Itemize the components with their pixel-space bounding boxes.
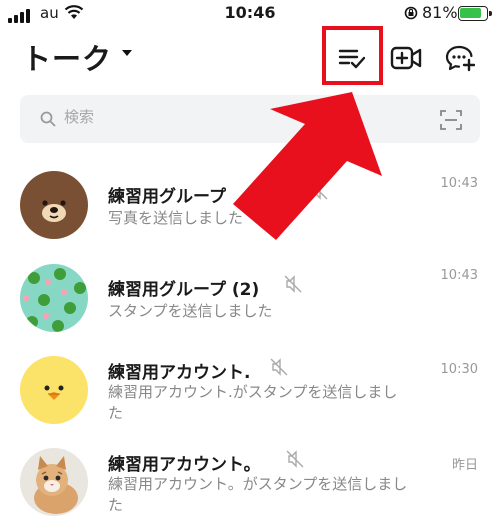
video-call-icon — [390, 46, 422, 70]
video-call-button[interactable] — [386, 38, 426, 78]
yellow-chick-avatar — [20, 356, 88, 424]
chat-time: 昨日 — [451, 458, 478, 473]
qr-scan-icon[interactable] — [440, 109, 462, 131]
search-bar[interactable] — [20, 95, 480, 143]
chat-last-message: 写真を送信しました — [108, 209, 244, 227]
chat-last-message: 練習用アカウント.がスタンプを送信しました — [108, 383, 398, 422]
chat-row[interactable]: 練習用アカウント. 練習用アカウント.がスタンプを送信しました 10:30 — [0, 344, 500, 436]
mute-icon — [286, 450, 304, 468]
rotation-lock-icon — [404, 6, 418, 20]
chat-name: 練習用グループ — [108, 187, 226, 207]
chat-row[interactable]: 練習用グループ 写真を送信しました 10:43 — [0, 160, 500, 252]
brown-bear-avatar — [20, 171, 88, 239]
chevron-down-icon[interactable] — [122, 50, 132, 56]
chat-last-message: 練習用アカウント。がスタンプを送信しました — [108, 475, 408, 514]
mute-icon — [284, 275, 302, 293]
chat-row[interactable]: 練習用グループ (2) スタンプを送信しました 10:43 — [0, 252, 500, 344]
new-chat-icon — [445, 45, 475, 72]
page-title[interactable]: トーク — [22, 36, 112, 78]
chat-time: 10:30 — [440, 362, 478, 377]
chat-name: 練習用グループ (2) — [108, 280, 260, 300]
status-bar: au 10:46 81% — [0, 0, 500, 30]
frog-pattern-avatar — [20, 264, 88, 332]
chat-time: 10:43 — [440, 268, 478, 283]
mute-icon — [270, 358, 288, 376]
highlight-box — [322, 26, 383, 85]
battery-icon — [458, 6, 492, 21]
chat-name: 練習用アカウント. — [108, 363, 251, 383]
chat-name: 練習用アカウント。 — [108, 455, 261, 475]
search-icon — [40, 111, 56, 127]
kitten-photo-avatar — [20, 448, 88, 516]
chat-last-message: スタンプを送信しました — [108, 302, 273, 320]
search-input[interactable] — [64, 108, 364, 126]
battery-percent: 81% — [422, 3, 458, 22]
chat-time: 10:43 — [440, 176, 478, 191]
mute-icon — [310, 182, 328, 200]
new-chat-button[interactable] — [440, 38, 480, 78]
chat-row[interactable]: 練習用アカウント。 練習用アカウント。がスタンプを送信しました 昨日 — [0, 436, 500, 526]
